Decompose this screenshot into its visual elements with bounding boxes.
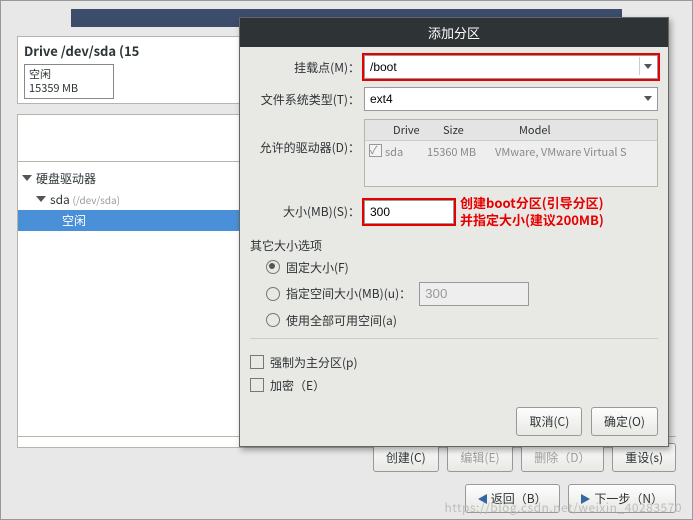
cancel-button[interactable]: 取消(C)	[516, 407, 582, 436]
create-button[interactable]: 创建(C)	[373, 443, 439, 472]
chevron-down-icon[interactable]	[639, 57, 656, 75]
up-to-spinner	[419, 282, 529, 306]
size-label: 大小(MB)(S)：	[250, 203, 364, 220]
radio-fill-all[interactable]: 使用全部可用空间(a)	[250, 309, 658, 332]
allowed-drives-label: 允许的驱动器(D)：	[250, 119, 364, 156]
drive-free-box: 空闲 15359 MB	[24, 64, 114, 99]
radio-icon	[266, 313, 280, 327]
checkbox-icon[interactable]	[369, 144, 382, 157]
checkbox-icon	[250, 355, 264, 369]
expander-icon[interactable]	[36, 196, 46, 202]
radio-icon	[266, 287, 280, 301]
annotation-text: 创建boot分区(引导分区) 并指定大小(建议200MB)	[460, 195, 604, 229]
ok-button[interactable]: 确定(O)	[591, 407, 658, 436]
checkbox-force-primary[interactable]: 强制为主分区(p)	[250, 351, 658, 374]
allowed-drives-list[interactable]: Drive Size Model sda 15360 MB VMware, VM…	[364, 119, 658, 187]
checkbox-encrypt[interactable]: 加密（E）	[250, 374, 658, 397]
radio-icon	[266, 260, 280, 274]
edit-button: 编辑(E)	[447, 443, 512, 472]
mount-point-label: 挂载点(M)：	[250, 59, 364, 76]
watermark-text: https://blog.csdn.net/weixin_40283570	[444, 499, 682, 516]
checkbox-icon	[250, 378, 264, 392]
mount-point-combo[interactable]	[364, 55, 658, 79]
drive-row-sda[interactable]: sda 15360 MB VMware, VMware Virtual S	[365, 141, 657, 164]
radio-up-to[interactable]: 指定空间大小(MB)(u)：	[250, 279, 658, 309]
spinner-icon[interactable]	[640, 89, 656, 107]
fstype-label: 文件系统类型(T)：	[250, 91, 364, 108]
add-partition-dialog: 添加分区 挂载点(M)： 文件系统类型(T)： 允许的驱动器(D)：	[239, 17, 669, 447]
extra-size-label: 其它大小选项	[250, 237, 658, 254]
size-input[interactable]	[364, 200, 454, 224]
reset-button[interactable]: 重设(s)	[612, 443, 676, 472]
expander-icon[interactable]	[22, 175, 32, 181]
dialog-title: 添加分区	[240, 18, 668, 47]
delete-button: 删除（D）	[521, 443, 603, 472]
radio-fixed-size[interactable]: 固定大小(F)	[250, 256, 658, 279]
fstype-combo[interactable]	[364, 87, 658, 111]
